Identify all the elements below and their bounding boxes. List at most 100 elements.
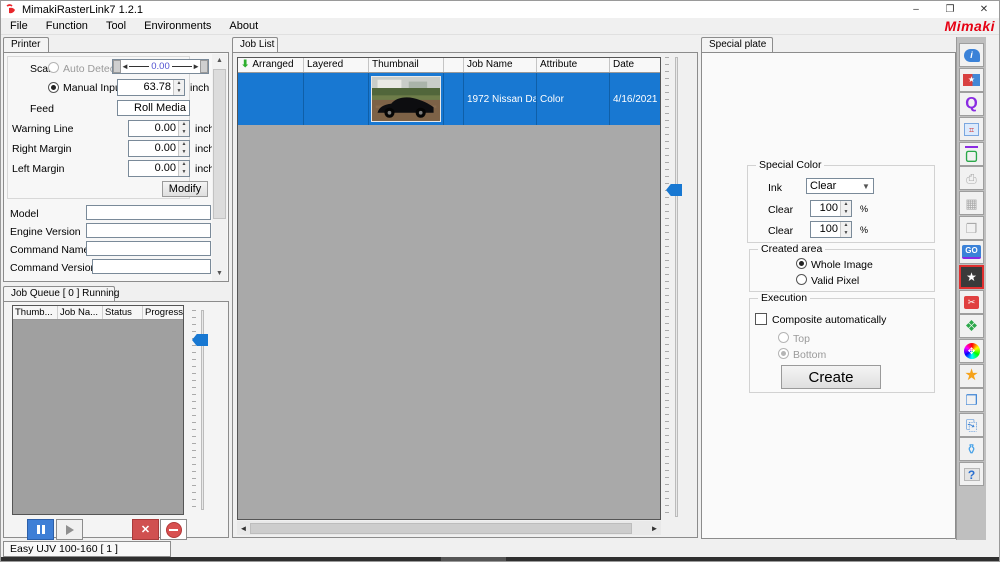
execute-go-button[interactable]: GO <box>959 240 984 264</box>
minus-circle-icon <box>166 522 182 538</box>
help-button[interactable]: ? <box>959 462 984 486</box>
trash-icon: ⚱ <box>966 442 978 456</box>
warning-line-spin-buttons[interactable]: ▲▼ <box>178 121 189 136</box>
column-arranged[interactable]: ⬇Arranged <box>238 58 304 72</box>
scan-left-cap[interactable] <box>113 60 121 73</box>
clear-channel-2-label: Clear <box>768 225 793 237</box>
printer-panel-scrollbar[interactable]: ▲ ▼ <box>212 54 227 281</box>
job-queue-table: Thumb... Job Na... Status Progress <box>12 305 184 515</box>
scroll-up-icon[interactable]: ▲ <box>212 54 227 68</box>
quality-button[interactable]: Q <box>959 92 984 116</box>
left-margin-spin-buttons[interactable]: ▲▼ <box>178 161 189 176</box>
column-status[interactable]: Status <box>103 306 143 319</box>
scan-range-widget[interactable]: ◄ 0.00 ► <box>112 59 209 74</box>
column-date[interactable]: Date <box>610 58 660 72</box>
left-margin-spinner[interactable]: 0.00 ▲▼ <box>128 160 190 177</box>
info-button[interactable]: i <box>959 43 984 67</box>
job-properties-button[interactable]: ★ <box>959 68 984 92</box>
column-progress[interactable]: Progress <box>143 306 183 319</box>
clear-1-spin-buttons[interactable]: ▲▼ <box>840 201 851 216</box>
manual-input-spinner[interactable]: 63.78 ▲▼ <box>117 79 185 96</box>
manual-input-spin-buttons[interactable]: ▲▼ <box>173 80 184 95</box>
right-margin-spin-buttons[interactable]: ▲▼ <box>178 141 189 156</box>
pause-button[interactable] <box>27 519 54 540</box>
slider-track[interactable] <box>675 57 678 517</box>
right-margin-spinner[interactable]: 0.00 ▲▼ <box>128 140 190 157</box>
color-adjust-button[interactable]: ✥ <box>959 339 984 363</box>
menu-about[interactable]: About <box>220 18 267 34</box>
menu-file[interactable]: File <box>1 18 37 34</box>
clear-channel-1-unit: % <box>860 204 868 214</box>
menu-tool[interactable]: Tool <box>97 18 135 34</box>
minimize-button[interactable]: – <box>899 1 933 18</box>
cell-blank <box>444 73 464 125</box>
restore-button[interactable]: ❐ <box>933 1 967 18</box>
composite-automatically-checkbox[interactable] <box>755 313 767 325</box>
cut-button[interactable]: ✂ <box>959 290 984 314</box>
whole-image-radio[interactable] <box>796 258 807 269</box>
tab-special-plate[interactable]: Special plate <box>701 37 773 52</box>
clear-channel-2-spinner[interactable]: 100 ▲▼ <box>810 221 852 238</box>
clear-2-spin-buttons[interactable]: ▲▼ <box>840 222 851 237</box>
feed-value-box[interactable]: Roll Media <box>117 100 190 116</box>
job-row-selected[interactable]: 1972 Nissan Dat... Color 4/16/2021 7... <box>238 73 660 125</box>
warning-line-spinner[interactable]: 0.00 ▲▼ <box>128 120 190 137</box>
cancel-button[interactable]: ✕ <box>132 519 159 540</box>
menu-function[interactable]: Function <box>37 18 97 34</box>
hscrollbar-thumb[interactable] <box>250 523 632 534</box>
column-attribute[interactable]: Attribute <box>537 58 610 72</box>
special-plate-panel: Special Color Ink Clear ▼ Clear 100 ▲▼ %… <box>701 52 956 539</box>
composition-button[interactable]: ❖ <box>959 314 984 338</box>
print-area-button[interactable]: ▢ <box>959 142 984 166</box>
duplicate-button[interactable]: ❐ <box>959 388 984 412</box>
command-version-field[interactable] <box>92 259 211 274</box>
job-thumbnail-image <box>371 76 441 122</box>
special-plate-button-active[interactable]: ★ <box>959 265 984 289</box>
auto-detection-radio[interactable] <box>48 62 59 73</box>
trash-button[interactable]: ⚱ <box>959 437 984 461</box>
copies-button-disabled[interactable]: ❐ <box>959 216 984 240</box>
right-column: Special plate Special Color Ink Clear ▼ … <box>701 37 956 539</box>
tab-job-queue[interactable]: Job Queue [ 0 ] Running <box>3 286 115 301</box>
tab-printer[interactable]: Printer <box>3 37 49 52</box>
column-thumbnail[interactable]: Thumb... <box>13 306 58 319</box>
model-field[interactable] <box>86 205 211 220</box>
modify-button[interactable]: Modify <box>162 181 208 197</box>
close-button[interactable]: ✕ <box>967 1 1000 18</box>
column-blank[interactable] <box>444 58 464 72</box>
scan-right-cap[interactable] <box>200 60 208 73</box>
create-button[interactable]: Create <box>781 365 881 389</box>
printer-button-disabled[interactable]: ⎙ <box>959 166 984 190</box>
column-job-name[interactable]: Job Name <box>464 58 537 72</box>
scroll-down-icon[interactable]: ▼ <box>212 267 227 281</box>
scroll-left-icon[interactable]: ◄ <box>237 524 250 533</box>
backup-button[interactable]: ⎘ <box>959 413 984 437</box>
favorite-button[interactable]: ★ <box>959 364 984 388</box>
scrollbar-thumb[interactable] <box>213 69 226 219</box>
manual-input-radio[interactable] <box>48 82 59 93</box>
command-name-field[interactable] <box>86 241 211 256</box>
play-button[interactable] <box>56 519 83 540</box>
tab-job-list[interactable]: Job List <box>232 37 278 52</box>
job-list-hscrollbar[interactable]: ◄ ► <box>237 521 661 535</box>
menu-environments[interactable]: Environments <box>135 18 220 34</box>
clear-channel-1-spinner[interactable]: 100 ▲▼ <box>810 200 852 217</box>
job-queue-table-header: Thumb... Job Na... Status Progress <box>13 306 183 320</box>
job-list-zoom-slider[interactable] <box>663 57 685 520</box>
column-layered[interactable]: Layered <box>304 58 369 72</box>
stop-button[interactable] <box>160 519 187 540</box>
tiling-button-disabled[interactable]: ▦ <box>959 191 984 215</box>
column-job-name[interactable]: Job Na... <box>58 306 103 319</box>
ink-select[interactable]: Clear ▼ <box>806 178 874 194</box>
crop-button[interactable]: ⌗ <box>959 117 984 141</box>
engine-version-field[interactable] <box>86 223 211 238</box>
scroll-right-icon[interactable]: ► <box>648 524 661 533</box>
job-queue-slider[interactable] <box>190 310 210 510</box>
bottom-radio[interactable] <box>778 348 789 359</box>
printer-status-tab[interactable]: Easy UJV 100-160 [ 1 ] <box>3 541 171 557</box>
top-radio[interactable] <box>778 332 789 343</box>
status-bar: Easy UJV 100-160 [ 1 ] <box>1 540 1000 557</box>
column-thumbnail[interactable]: Thumbnail <box>369 58 444 72</box>
valid-pixel-radio[interactable] <box>796 274 807 285</box>
app-window: MimakiRasterLink7 1.2.1 – ❐ ✕ File Funct… <box>0 0 1000 562</box>
